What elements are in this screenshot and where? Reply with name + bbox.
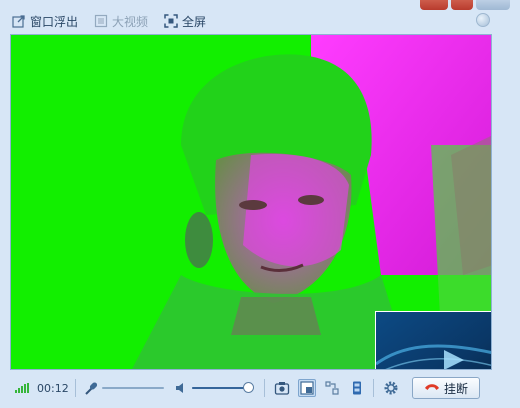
microphone-slider-track [101,387,164,389]
fullscreen-label: 全屏 [182,14,207,29]
hangup-button[interactable]: 挂断 [412,377,480,399]
speaker-icon[interactable] [172,379,190,397]
remote-video[interactable] [10,34,492,370]
fullscreen-icon [164,14,178,28]
volume-slider-fill [191,387,249,389]
divider [74,379,76,397]
big-video-icon [94,14,108,28]
camera-snapshot-icon[interactable] [273,379,291,397]
swap-view-icon[interactable] [323,379,341,397]
call-timer: 00:12 [37,381,69,395]
local-video-frame [376,312,491,369]
phone-hangup-icon [424,381,440,395]
big-video-button[interactable]: 大视频 [92,11,150,31]
record-icon[interactable] [348,379,366,397]
microphone-slider[interactable] [101,382,164,394]
popout-window-icon [12,14,26,28]
video-toolbar: 窗口浮出 大视频 全屏 [10,9,492,33]
call-control-bar: 00:12 挂断 [10,372,492,404]
volume-slider-thumb[interactable] [242,382,254,393]
volume-slider[interactable] [191,382,254,394]
big-video-label: 大视频 [112,14,149,29]
signal-strength-icon [15,383,29,393]
layout-icon[interactable] [297,379,316,397]
video-chat-window: 窗口浮出 大视频 全屏 00:12 挂断 [0,0,520,408]
gear-icon[interactable] [382,379,400,397]
microphone-icon[interactable] [82,379,100,397]
popout-window-label: 窗口浮出 [30,14,79,29]
divider [263,379,265,397]
fullscreen-button[interactable]: 全屏 [162,11,208,31]
popout-window-button[interactable]: 窗口浮出 [10,11,80,31]
local-video-preview[interactable] [375,311,491,369]
hangup-label: 挂断 [443,381,468,396]
divider [372,379,374,397]
help-icon[interactable] [476,13,490,27]
